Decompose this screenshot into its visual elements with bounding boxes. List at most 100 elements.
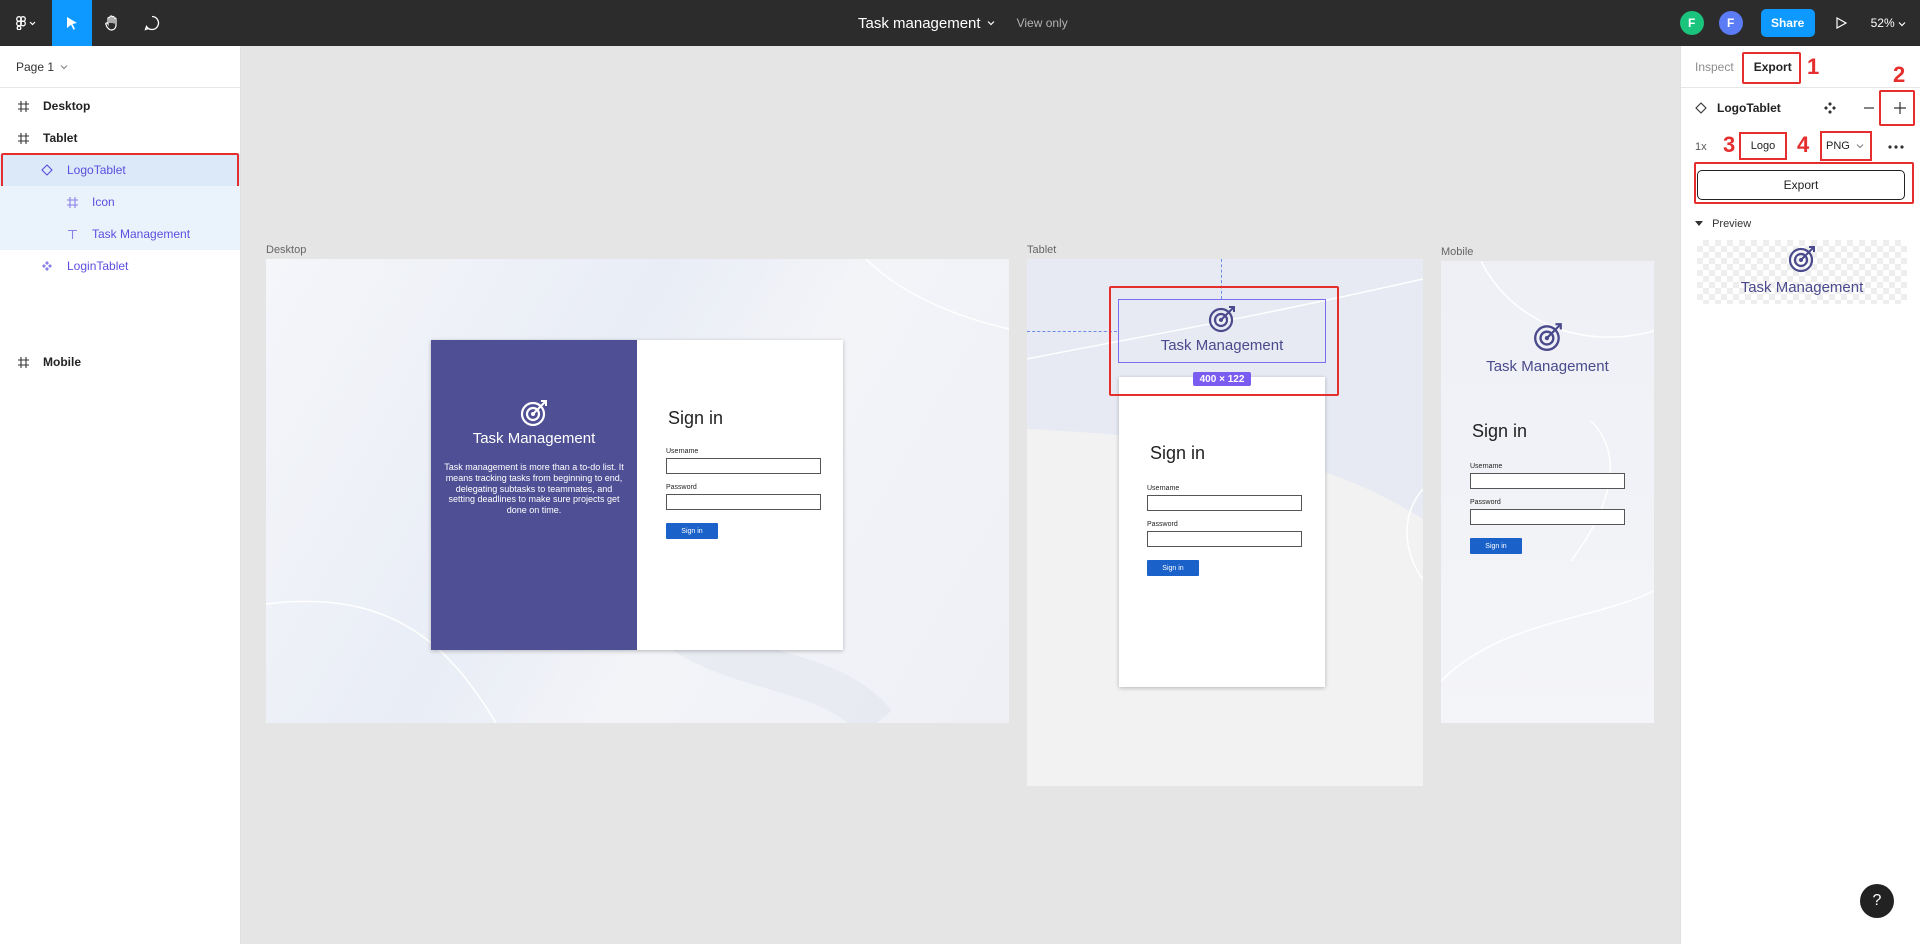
preview-toggle[interactable]: Preview [1695,218,1751,230]
design-canvas[interactable]: Desktop Task Management Task management … [241,46,1680,944]
layer-logintablet[interactable]: LoginTablet [0,250,240,282]
component-name: LogoTablet [1717,101,1781,115]
zoom-dropdown[interactable]: 52% [1871,16,1906,30]
go-to-main-component-icon[interactable] [1823,101,1837,115]
layer-label: Tablet [43,131,78,145]
hand-tool-button[interactable] [92,0,132,46]
view-only-label: View only [1016,16,1068,30]
component-icon [1695,102,1707,114]
signin-button: Sign in [1470,538,1522,554]
password-label: Password [1470,499,1501,506]
export-settings-row: 1x 3 Logo 4 PNG [1681,128,1920,166]
chevron-down-icon [987,21,995,26]
share-button[interactable]: Share [1760,9,1815,37]
step-marker: 4 [1797,132,1810,157]
layer-mobile[interactable]: Mobile [0,346,240,378]
username-label: Username [666,448,699,455]
frame-label-mobile[interactable]: Mobile [1441,246,1473,258]
help-button[interactable]: ? [1860,884,1894,918]
signin-heading: Sign in [668,408,724,428]
target-logo-icon [520,400,547,427]
signin-button: Sign in [1147,560,1199,576]
layer-task-management[interactable]: Task Management [0,218,240,250]
document-title-button[interactable]: Task management [858,15,995,32]
signin-button: Sign in [666,523,718,539]
mobile-frame[interactable]: Task Management Sign in Username Passwor… [1441,261,1654,723]
username-label: Username [1470,463,1503,470]
layer-label: LoginTablet [67,259,129,273]
frame-label-tablet[interactable]: Tablet [1027,244,1056,256]
figma-menu-button[interactable] [0,0,52,46]
password-label: Password [666,484,697,491]
page-selector[interactable]: Page 1 [0,46,240,88]
password-input [1147,531,1302,547]
signin-heading: Sign in [1472,421,1528,441]
brand-title: Task Management [472,430,596,447]
layers-panel: Page 1 Desktop Tablet LogoTablet Icon Ta… [0,46,241,944]
password-input [666,494,821,510]
target-logo-icon [1533,323,1562,351]
layer-tablet[interactable]: Tablet [0,122,240,154]
highlight-box [1109,286,1339,396]
chevron-down-icon [1856,144,1864,149]
hand-icon [105,15,117,31]
instance-icon [37,260,57,272]
username-input [1147,495,1302,511]
move-tool-button[interactable] [52,0,92,46]
frame-icon [62,196,82,208]
layer-logotablet[interactable]: LogoTablet [0,153,240,188]
document-title-area: Task management View only [858,0,1068,46]
preview-title: Task Management [1740,279,1864,296]
tab-inspect[interactable]: Inspect [1695,60,1734,74]
layer-label: Icon [92,195,115,209]
export-button[interactable]: Export [1697,170,1905,200]
preview-label: Preview [1712,218,1752,230]
username-input [666,458,821,474]
figma-logo-icon [16,16,36,30]
mobile-logo: Task Management [1441,321,1654,375]
minus-icon[interactable] [1863,102,1875,114]
password-label: Password [1147,521,1178,528]
more-options-icon[interactable] [1888,145,1904,149]
format-value: PNG [1826,140,1850,152]
brand-description: Task management is more than a to-do lis… [444,462,624,516]
target-logo-icon [1788,246,1815,273]
frame-icon [13,100,33,112]
frame-label-desktop[interactable]: Desktop [266,244,306,256]
component-row: LogoTablet [1681,88,1920,128]
layer-icon[interactable]: Icon [0,186,240,218]
login-card: Task Management Task management is more … [431,340,843,650]
desktop-frame[interactable]: Task Management Task management is more … [266,259,1009,723]
measure-guide [1027,331,1117,332]
highlight-box [1742,52,1801,84]
document-title: Task management [858,14,981,32]
frame-icon [13,132,33,144]
highlight-box [1,153,239,188]
export-format-select[interactable]: PNG [1820,131,1872,161]
avatar[interactable]: F [1679,11,1704,35]
present-play-icon[interactable] [1835,17,1847,29]
step-marker: 1 [1807,54,1820,79]
toolbar-right: F F Share 52% [1679,0,1920,46]
layer-desktop[interactable]: Desktop [0,90,240,122]
comment-icon [144,15,160,31]
logo-title: Task Management [1486,358,1609,375]
username-input [1470,473,1625,489]
brand-panel: Task Management Task management is more … [431,340,637,650]
avatar[interactable]: F [1718,11,1743,35]
export-scale-select[interactable]: 1x [1695,141,1707,153]
comment-tool-button[interactable] [132,0,172,46]
tablet-login-card: Sign in Username Password Sign in [1119,377,1325,687]
highlight-box [1879,90,1915,126]
password-input [1470,509,1625,525]
page-name: Page 1 [16,59,55,74]
step-marker: 2 [1893,62,1906,87]
chevron-down-icon [60,64,68,69]
layer-label: Desktop [43,99,91,113]
cursor-icon [67,17,77,30]
username-label: Username [1147,485,1180,492]
text-icon [62,229,82,240]
zoom-level: 52% [1870,16,1895,30]
export-suffix-input[interactable]: Logo [1739,132,1787,160]
tablet-frame[interactable]: Sign in Username Password Sign in Task M… [1027,259,1423,786]
